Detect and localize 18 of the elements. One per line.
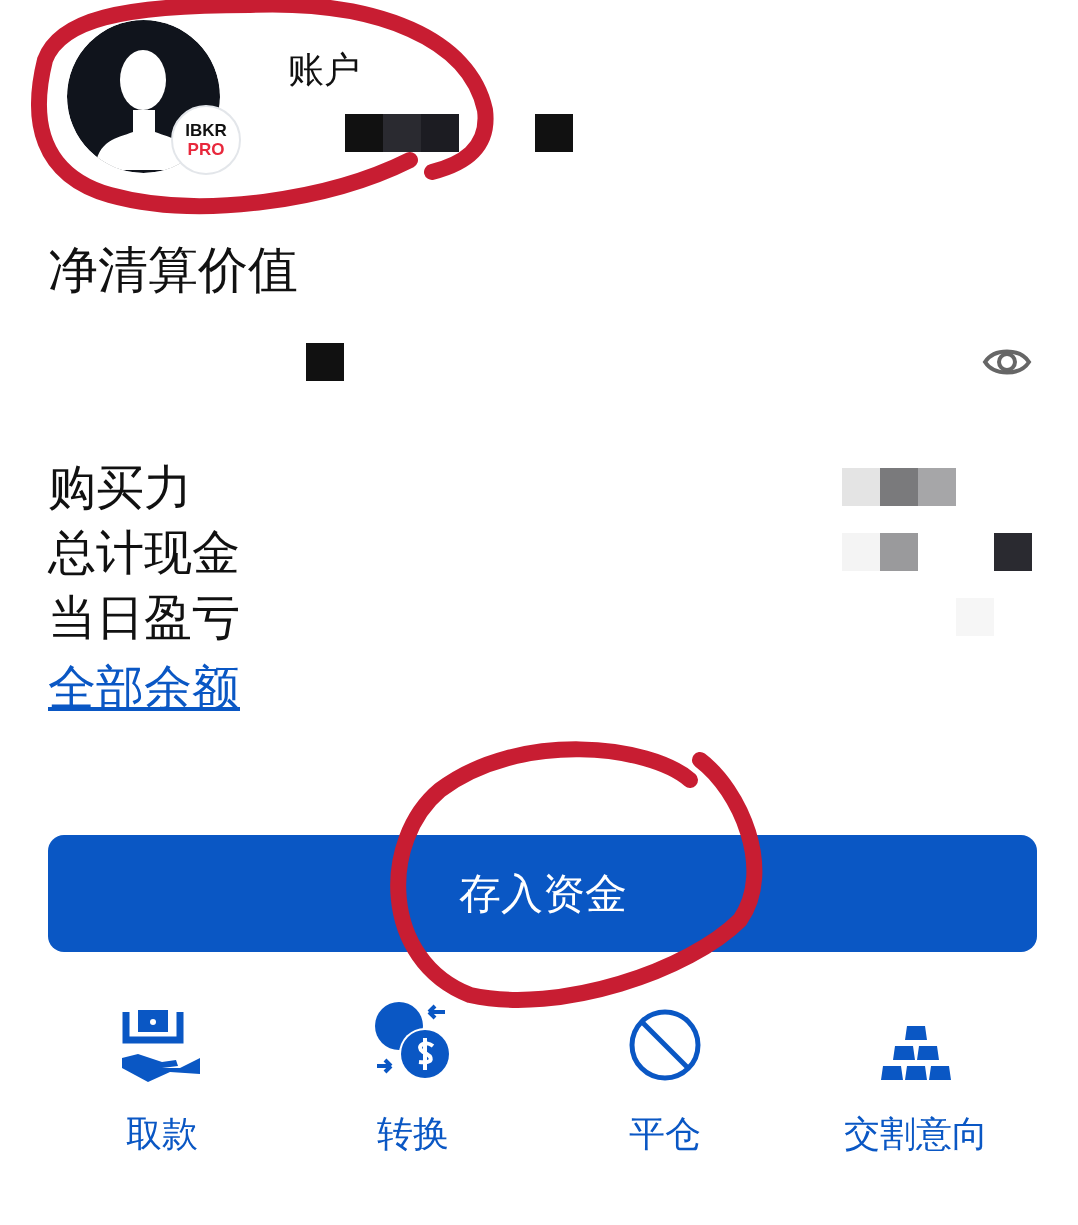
action-button[interactable]: 交割意向 (790, 1002, 1042, 1159)
redaction-mask (994, 532, 1032, 571)
action-button[interactable]: 平仓 (539, 1002, 791, 1159)
redaction-mask (535, 114, 573, 152)
metric-label: 购买力 (48, 457, 192, 517)
account-label: 账户 (288, 48, 361, 92)
metric-label: 当日盈亏 (48, 587, 240, 647)
action-button[interactable]: 取款 (36, 1002, 288, 1159)
all-balances-link[interactable]: 全部余额 (48, 657, 240, 717)
prohibited-icon (627, 1008, 702, 1082)
action-button[interactable]: 转换 (287, 1002, 539, 1159)
hand-cash-icon (121, 1010, 202, 1082)
redaction-mask (306, 343, 344, 381)
badge-text: PRO (187, 140, 225, 159)
badge-text: IBKR (185, 121, 227, 140)
metric-label: 总计现金 (48, 522, 240, 582)
deposit-button[interactable]: 存入资金 (48, 835, 1037, 952)
net-liquidation-label: 净清算价值 (48, 240, 299, 301)
